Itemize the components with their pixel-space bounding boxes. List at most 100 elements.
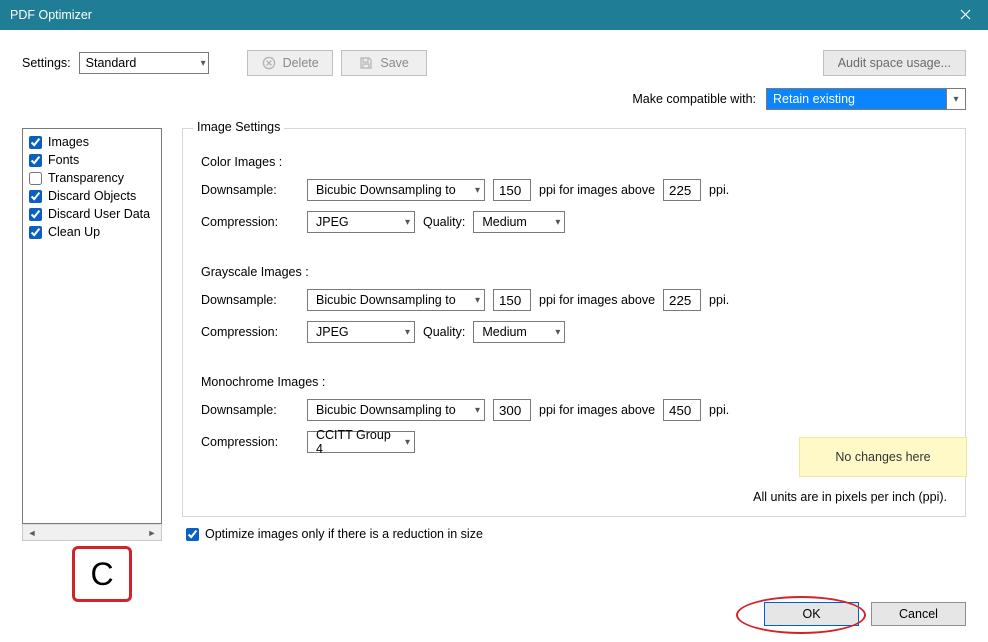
downsample-label: Downsample: — [201, 183, 299, 197]
chevron-down-icon: ▾ — [555, 217, 560, 228]
checkbox[interactable] — [29, 226, 42, 239]
optimize-label: Optimize images only if there is a reduc… — [205, 527, 483, 541]
color-quality-select[interactable]: Medium ▾ — [473, 211, 565, 233]
sidebar-item-label: Fonts — [48, 153, 79, 167]
select-value: Bicubic Downsampling to — [316, 293, 456, 307]
checkbox[interactable] — [29, 154, 42, 167]
color-downsample-select[interactable]: Bicubic Downsampling to ▾ — [307, 179, 485, 201]
gray-downsample-row: Downsample: Bicubic Downsampling to ▾ pp… — [201, 289, 947, 311]
select-value: Medium — [482, 215, 526, 229]
audit-space-button[interactable]: Audit space usage... — [823, 50, 966, 76]
compression-label: Compression: — [201, 215, 299, 229]
category-list: Images Fonts Transparency Discard Object… — [22, 128, 162, 524]
chevron-down-icon: ▾ — [475, 185, 480, 196]
chevron-down-icon: ▾ — [405, 327, 410, 338]
quality-label: Quality: — [423, 325, 465, 339]
gray-downsample-select[interactable]: Bicubic Downsampling to ▾ — [307, 289, 485, 311]
toolbar: Settings: Standard ▾ Delete Save Audit s… — [0, 30, 988, 84]
settings-label: Settings: — [22, 56, 71, 70]
scroll-left-icon[interactable]: ◄ — [24, 525, 40, 540]
gray-quality-select[interactable]: Medium ▾ — [473, 321, 565, 343]
sidebar-item-discard-objects[interactable]: Discard Objects — [29, 187, 155, 205]
sidebar-item-label: Discard User Data — [48, 207, 150, 221]
mono-compression-select[interactable]: CCITT Group 4 ▾ — [307, 431, 415, 453]
mono-downsample-row: Downsample: Bicubic Downsampling to ▾ pp… — [201, 399, 947, 421]
select-value: Bicubic Downsampling to — [316, 183, 456, 197]
compat-row: Make compatible with: Retain existing ▾ — [0, 84, 988, 128]
sidebar-item-label: Images — [48, 135, 89, 149]
titlebar: PDF Optimizer — [0, 0, 988, 30]
units-note: All units are in pixels per inch (ppi). — [753, 490, 947, 504]
sidebar-item-label: Clean Up — [48, 225, 100, 239]
color-above-ppi-input[interactable] — [663, 179, 701, 201]
select-value: Bicubic Downsampling to — [316, 403, 456, 417]
chevron-down-icon: ▾ — [475, 295, 480, 306]
downsample-label: Downsample: — [201, 403, 299, 417]
sidebar-item-transparency[interactable]: Transparency — [29, 169, 155, 187]
chevron-down-icon: ▾ — [475, 405, 480, 416]
save-icon — [358, 55, 374, 71]
ok-label: OK — [802, 607, 820, 621]
compression-label: Compression: — [201, 435, 299, 449]
gray-above-ppi-input[interactable] — [663, 289, 701, 311]
sidebar-item-discard-user-data[interactable]: Discard User Data — [29, 205, 155, 223]
delete-icon — [261, 55, 277, 71]
window-title: PDF Optimizer — [10, 8, 942, 22]
select-value: JPEG — [316, 215, 349, 229]
sidebar-item-images[interactable]: Images — [29, 133, 155, 151]
ppi-above-label: ppi for images above — [539, 183, 655, 197]
checkbox[interactable] — [29, 136, 42, 149]
chevron-down-icon: ▾ — [555, 327, 560, 338]
grayscale-images-heading: Grayscale Images : — [201, 265, 947, 279]
mono-downsample-select[interactable]: Bicubic Downsampling to ▾ — [307, 399, 485, 421]
scroll-right-icon[interactable]: ► — [144, 525, 160, 540]
checkbox[interactable] — [29, 208, 42, 221]
cancel-button[interactable]: Cancel — [871, 602, 966, 626]
settings-combo[interactable]: Standard ▾ — [79, 52, 209, 74]
checkbox[interactable] — [29, 190, 42, 203]
quality-label: Quality: — [423, 215, 465, 229]
ppi-unit: ppi. — [709, 403, 729, 417]
compression-label: Compression: — [201, 325, 299, 339]
gray-compression-row: Compression: JPEG ▾ Quality: Medium ▾ — [201, 321, 947, 343]
save-button[interactable]: Save — [341, 50, 427, 76]
downsample-label: Downsample: — [201, 293, 299, 307]
compat-value: Retain existing — [767, 89, 947, 109]
dialog-buttons: OK Cancel — [764, 602, 966, 626]
delete-label: Delete — [283, 56, 319, 70]
select-value: JPEG — [316, 325, 349, 339]
horizontal-scrollbar[interactable]: ◄ ► — [22, 524, 162, 541]
delete-button[interactable]: Delete — [247, 50, 333, 76]
close-button[interactable] — [942, 0, 988, 30]
sidebar-item-label: Transparency — [48, 171, 124, 185]
compat-combo[interactable]: Retain existing ▾ — [766, 88, 966, 110]
checkbox[interactable] — [29, 172, 42, 185]
mono-ppi-input[interactable] — [493, 399, 531, 421]
settings-value: Standard — [86, 56, 137, 70]
gray-ppi-input[interactable] — [493, 289, 531, 311]
close-icon — [960, 8, 971, 23]
monochrome-images-heading: Monochrome Images : — [201, 375, 947, 389]
chevron-down-icon: ▾ — [405, 217, 410, 228]
color-compression-row: Compression: JPEG ▾ Quality: Medium ▾ — [201, 211, 947, 233]
color-images-heading: Color Images : — [201, 155, 947, 169]
ok-button[interactable]: OK — [764, 602, 859, 626]
ppi-above-label: ppi for images above — [539, 293, 655, 307]
image-settings-panel: Image Settings Color Images : Downsample… — [182, 128, 966, 517]
save-label: Save — [380, 56, 409, 70]
gray-compression-select[interactable]: JPEG ▾ — [307, 321, 415, 343]
sidebar-item-label: Discard Objects — [48, 189, 136, 203]
optimize-only-if-reduction[interactable]: Optimize images only if there is a reduc… — [182, 517, 966, 541]
ppi-unit: ppi. — [709, 293, 729, 307]
color-ppi-input[interactable] — [493, 179, 531, 201]
no-changes-note: No changes here — [799, 437, 967, 477]
sidebar-item-fonts[interactable]: Fonts — [29, 151, 155, 169]
mono-above-ppi-input[interactable] — [663, 399, 701, 421]
select-value: CCITT Group 4 — [316, 428, 399, 456]
color-compression-select[interactable]: JPEG ▾ — [307, 211, 415, 233]
checkbox[interactable] — [186, 528, 199, 541]
compat-label: Make compatible with: — [632, 92, 756, 106]
main-area: Images Fonts Transparency Discard Object… — [0, 128, 988, 541]
sidebar-item-clean-up[interactable]: Clean Up — [29, 223, 155, 241]
chevron-down-icon: ▾ — [947, 94, 965, 105]
